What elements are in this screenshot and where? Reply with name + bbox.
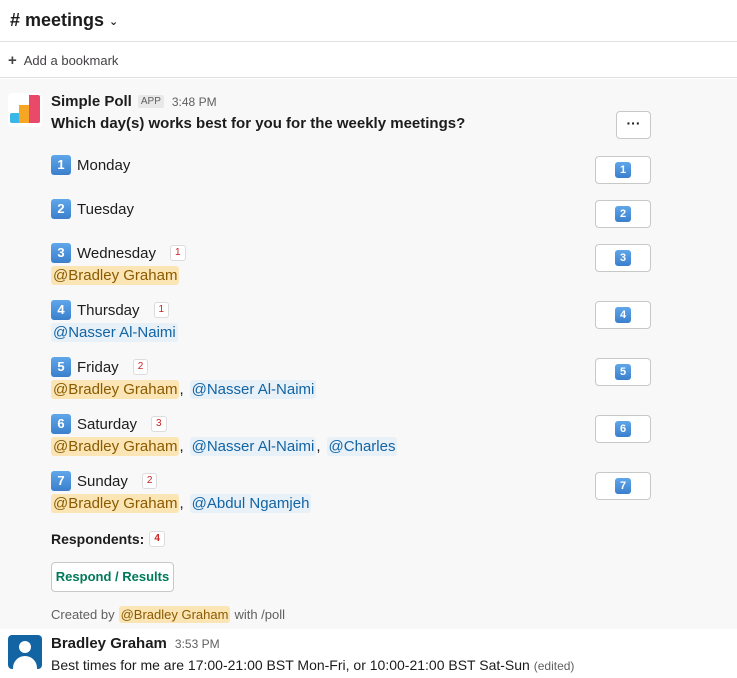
option-label: Sunday	[77, 472, 128, 490]
comma-separator: ,	[179, 381, 184, 398]
app-badge: APP	[137, 95, 164, 108]
cut-off-text	[200, 71, 580, 77]
option-label: Friday	[77, 358, 119, 376]
poll-message: Simple Poll APP 3:48 PM Which day(s) wor…	[0, 79, 737, 629]
option-line: 2 Tuesday	[51, 198, 651, 220]
poll-option: 5 Friday 2 @Bradley Graham, @Nasser Al-Naimi	[51, 356, 651, 399]
poll-option: 3 Wednesday 1 @Bradley Graham	[51, 242, 651, 285]
voter-mention[interactable]: @Bradley Graham	[51, 494, 180, 513]
respondents-label: Respondents:	[51, 531, 145, 547]
respond-results-button[interactable]: Respond / Results	[51, 562, 174, 592]
vote-option-button[interactable]: 4	[595, 301, 651, 329]
created-prefix: Created by	[51, 607, 115, 622]
number-keycap-icon: 3	[615, 250, 631, 266]
channel-header: # meetings ⌄	[0, 0, 737, 42]
vote-option-button[interactable]: 7	[595, 472, 651, 500]
message-time[interactable]: 3:48 PM	[172, 95, 217, 109]
voter-mention[interactable]: @Nasser Al-Naimi	[51, 323, 178, 342]
voter-list: @Bradley Graham, @Nasser Al-Naimi	[51, 380, 651, 399]
poll-option: 7 Sunday 2 @Bradley Graham, @Abdul Ngamjeh	[51, 470, 651, 513]
comma-separator: ,	[179, 495, 184, 512]
respondents-row: Respondents: 4	[51, 531, 165, 547]
vote-count-badge: 1	[153, 302, 170, 318]
option-label: Thursday	[77, 301, 140, 319]
chevron-down-icon: ⌄	[109, 16, 119, 28]
number-keycap-icon: 6	[51, 414, 71, 434]
created-suffix: with /poll	[234, 607, 286, 622]
user-message-body: Best times for me are 17:00-21:00 BST Mo…	[51, 657, 530, 673]
user-message-header: Bradley Graham 3:53 PM	[51, 635, 220, 652]
option-line: 7 Sunday 2	[51, 470, 651, 492]
option-label: Wednesday	[77, 244, 156, 262]
number-keycap-icon: 3	[51, 243, 71, 263]
vote-option-button[interactable]: 3	[595, 244, 651, 272]
respondents-count: 4	[149, 531, 165, 547]
number-keycap-icon: 2	[615, 206, 631, 222]
option-line: 5 Friday 2	[51, 356, 651, 378]
voter-mention[interactable]: @Bradley Graham	[51, 437, 180, 456]
edited-label: (edited)	[533, 659, 575, 673]
add-bookmark-button[interactable]: + Add a bookmark	[8, 52, 118, 69]
vote-count-badge: 2	[141, 473, 158, 489]
vote-count-badge: 1	[169, 245, 186, 261]
voter-mention[interactable]: @Charles	[326, 437, 398, 456]
poll-option: 1 Monday	[51, 154, 651, 176]
more-options-button[interactable]: ···	[616, 111, 651, 139]
user-sender-name[interactable]: Bradley Graham	[51, 635, 167, 652]
poll-question: Which day(s) works best for you for the …	[51, 115, 466, 132]
number-keycap-icon: 1	[615, 162, 631, 178]
number-keycap-icon: 7	[51, 471, 71, 491]
voter-list: @Nasser Al-Naimi	[51, 323, 651, 342]
option-line: 6 Saturday 3	[51, 413, 651, 435]
voter-list: @Bradley Graham	[51, 266, 651, 285]
number-keycap-icon: 6	[615, 421, 631, 437]
voter-list: @Bradley Graham, @Abdul Ngamjeh	[51, 494, 651, 513]
poll-option: 4 Thursday 1 @Nasser Al-Naimi	[51, 299, 651, 342]
number-keycap-icon: 4	[51, 300, 71, 320]
comma-separator: ,	[179, 438, 184, 455]
add-bookmark-label: Add a bookmark	[23, 52, 119, 68]
poll-option: 2 Tuesday	[51, 198, 651, 220]
user-avatar-icon[interactable]	[8, 635, 42, 669]
option-label: Monday	[77, 156, 131, 174]
voter-list: @Bradley Graham, @Nasser Al-Naimi, @Charle…	[51, 437, 651, 456]
poll-option: 6 Saturday 3 @Bradley Graham, @Nasser Al-Nai…	[51, 413, 651, 456]
plus-icon: +	[8, 51, 17, 69]
number-keycap-icon: 5	[51, 357, 71, 377]
created-by-line: Created by @Bradley Graham with /poll	[51, 606, 285, 623]
voter-mention[interactable]: @Nasser Al-Naimi	[189, 380, 317, 399]
number-keycap-icon: 5	[615, 364, 631, 380]
voter-mention[interactable]: @Bradley Graham	[51, 266, 180, 285]
channel-name-button[interactable]: # meetings ⌄	[10, 10, 118, 31]
option-line: 1 Monday	[51, 154, 651, 176]
user-message-text: Best times for me are 17:00-21:00 BST Mo…	[51, 657, 574, 673]
voter-mention[interactable]: @Nasser Al-Naimi	[189, 437, 317, 456]
option-label: Tuesday	[77, 200, 134, 218]
vote-option-button[interactable]: 5	[595, 358, 651, 386]
vote-option-button[interactable]: 6	[595, 415, 651, 443]
message-header: Simple Poll APP 3:48 PM	[51, 93, 217, 110]
option-line: 4 Thursday 1	[51, 299, 651, 321]
number-keycap-icon: 4	[615, 307, 631, 323]
comma-separator: ,	[316, 438, 321, 455]
number-keycap-icon: 1	[51, 155, 71, 175]
voter-mention[interactable]: @Bradley Graham	[51, 380, 180, 399]
option-label: Saturday	[77, 415, 138, 433]
number-keycap-icon: 2	[51, 199, 71, 219]
creator-mention[interactable]: @Bradley Graham	[118, 606, 231, 623]
vote-option-button[interactable]: 2	[595, 200, 651, 228]
simple-poll-avatar-icon[interactable]	[8, 93, 42, 127]
number-keycap-icon: 7	[615, 478, 631, 494]
vote-count-badge: 3	[151, 416, 167, 432]
channel-name: # meetings	[10, 10, 105, 30]
voter-mention[interactable]: @Abdul Ngamjeh	[189, 494, 312, 513]
sender-name[interactable]: Simple Poll	[51, 93, 132, 110]
user-message-time[interactable]: 3:53 PM	[175, 637, 220, 651]
vote-option-button[interactable]: 1	[595, 156, 651, 184]
option-line: 3 Wednesday 1	[51, 242, 651, 264]
vote-count-badge: 2	[132, 359, 149, 375]
